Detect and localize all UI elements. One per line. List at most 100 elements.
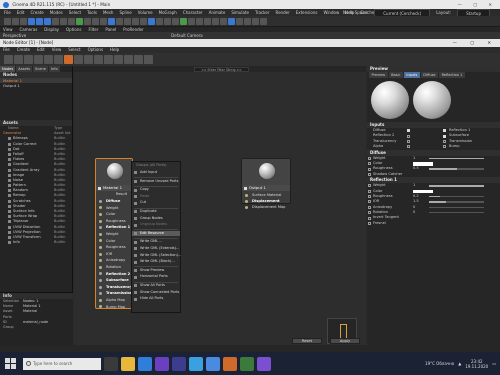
menu-tools[interactable]: Tools (87, 9, 97, 16)
node-graph[interactable]: << Enter Filter String >> Material 1 Res… (74, 66, 366, 345)
context-menu-item-show-all-ports[interactable]: Show All Ports (132, 283, 180, 289)
port-dot-icon[interactable] (99, 292, 102, 296)
menu-mesh[interactable]: Mesh (103, 9, 114, 16)
material-port-diffuse[interactable]: Diffuse (96, 198, 132, 204)
port-dot-icon[interactable] (99, 278, 102, 282)
input-checkbox[interactable] (443, 129, 446, 133)
output-port-displacement-map[interactable]: Displacement Map (242, 204, 290, 210)
toolbar-icon[interactable] (180, 17, 187, 25)
toolbar-icon[interactable] (140, 17, 147, 25)
toolbar-icon[interactable] (52, 17, 59, 25)
material-port-subsurface[interactable]: Subsurface (96, 277, 132, 283)
param-keyframe-icon[interactable] (368, 162, 371, 166)
param-slider[interactable] (429, 212, 484, 214)
graph-filter-input[interactable]: << Enter Filter String >> (194, 66, 249, 72)
node-toolbar-icon[interactable] (94, 55, 103, 64)
file-explorer-icon[interactable] (121, 356, 135, 371)
port-dot-icon[interactable] (99, 252, 102, 256)
material-port-bump-map[interactable]: Bump Map (96, 304, 132, 310)
port-dot-icon[interactable] (99, 259, 102, 263)
network-icon[interactable]: ▲ (458, 361, 461, 366)
param-slider[interactable] (429, 195, 484, 198)
context-menu-item-group-nodes[interactable]: Group Nodes (132, 216, 180, 222)
material-port-weight[interactable]: Weight (96, 231, 132, 237)
toolbar-icon[interactable] (196, 17, 203, 25)
color-swatch[interactable] (413, 161, 433, 166)
material-port-ior[interactable]: IOR (96, 251, 132, 257)
toolbar-icon[interactable] (92, 17, 99, 25)
node-toolbar-icon[interactable] (54, 55, 63, 64)
material-port-roughness[interactable]: Roughness (96, 244, 132, 250)
clock[interactable]: 23:42 19.11.2020 (465, 359, 488, 369)
input-checkbox[interactable] (407, 139, 410, 143)
toolbar-icon[interactable] (116, 17, 123, 25)
toolbar-icon[interactable] (124, 17, 131, 25)
input-checkbox[interactable] (443, 139, 446, 143)
port-dot-icon[interactable] (99, 226, 102, 230)
menu-render[interactable]: Render (275, 9, 289, 16)
context-menu-item-show-preview[interactable]: Show Preview (132, 268, 180, 274)
context-menu-item-write-gml-selection[interactable]: Write GML (Selection)... (132, 253, 181, 259)
material-port-anisotropy[interactable]: Anisotropy (96, 257, 132, 263)
param-keyframe-icon[interactable] (368, 222, 371, 226)
toolbar-icon[interactable] (220, 17, 227, 25)
param-keyframe-icon[interactable] (368, 195, 371, 199)
context-menu-item-cut[interactable]: Cut (132, 200, 180, 206)
toolbar-icon[interactable] (44, 17, 51, 25)
context-menu-item-write-gml-block[interactable]: Write GML (Block)... (132, 259, 180, 265)
toolbar-icon[interactable] (20, 17, 27, 25)
context-menu-item-duplicate[interactable]: Duplicate (132, 209, 180, 215)
context-menu-item-edit-resource[interactable]: Edit Resource (132, 230, 180, 237)
toolbar-icon[interactable] (148, 17, 155, 25)
input-checkbox[interactable] (443, 145, 446, 149)
toolbar-icon[interactable] (108, 17, 115, 25)
node-toolbar-icon[interactable] (14, 55, 23, 64)
context-menu-item-ungroup-nodes[interactable]: Ungroup Nodes (132, 222, 180, 228)
windows-start-icon[interactable] (5, 357, 17, 370)
taskbar-search[interactable]: Type here to search (23, 357, 101, 370)
toolbar-icon[interactable] (76, 17, 83, 25)
node-toolbar-icon[interactable] (4, 55, 13, 64)
node-toolbar-icon[interactable] (134, 55, 143, 64)
port-dot-icon[interactable] (245, 193, 248, 197)
material-node-output-port[interactable]: Result (96, 191, 134, 197)
left-tab-scene[interactable]: Scene (32, 66, 48, 72)
apply-button[interactable]: Apply (330, 338, 360, 344)
toolbar-icon[interactable] (68, 17, 75, 25)
color-swatch[interactable] (413, 189, 433, 194)
context-menu-item-write-gml[interactable]: Write GML ... (132, 239, 180, 245)
toolbar-icon[interactable] (156, 17, 163, 25)
toolbar-icon[interactable] (12, 17, 19, 25)
toolbar-icon[interactable] (28, 17, 35, 25)
context-menu-item-horizontal-ports[interactable]: Horizontal Ports (132, 274, 180, 280)
toolbar-icon[interactable] (100, 17, 107, 25)
reset-button[interactable]: Reset (292, 338, 322, 344)
param-slider[interactable] (429, 157, 484, 159)
material-port-weight[interactable]: Weight (96, 205, 132, 211)
node-toolbar-icon[interactable] (34, 55, 43, 64)
notifications-icon[interactable]: ▭ (492, 361, 496, 366)
output-node[interactable]: Output 1 Surface Material Displacement Dis… (241, 158, 291, 209)
toolbar-icon[interactable] (212, 17, 219, 25)
menu-create[interactable]: Create (30, 9, 43, 16)
context-menu-item-write-gml-extends[interactable]: Write GML (Extends)... (132, 246, 180, 252)
port-dot-icon[interactable] (99, 239, 102, 243)
param-keyframe-icon[interactable] (368, 172, 371, 176)
param-row-fresnel[interactable]: Fresnel (367, 221, 500, 226)
toolbar-icon[interactable] (4, 17, 11, 25)
material-node-checkbox[interactable] (98, 186, 101, 190)
param-slider[interactable] (429, 185, 484, 187)
context-menu-item-hide-all-ports[interactable]: Hide All Ports (132, 296, 180, 302)
param-keyframe-icon[interactable] (368, 211, 371, 215)
app-icon[interactable] (172, 356, 186, 371)
param-row-shadow-catcher[interactable]: Shadow Catcher (367, 172, 500, 177)
context-menu-item-remove-unused-ports[interactable]: Remove Unused Ports (132, 179, 180, 185)
port-dot-icon[interactable] (99, 245, 102, 249)
toolbar-icon[interactable] (204, 17, 211, 25)
menu-window[interactable]: Window (323, 9, 339, 16)
node-toolbar-icon[interactable] (84, 55, 93, 64)
material-port-color[interactable]: Color (96, 238, 132, 244)
menu-file[interactable]: File (4, 9, 11, 16)
node-toolbar-icon[interactable] (74, 55, 83, 64)
node-toolbar-icon[interactable] (44, 55, 53, 64)
